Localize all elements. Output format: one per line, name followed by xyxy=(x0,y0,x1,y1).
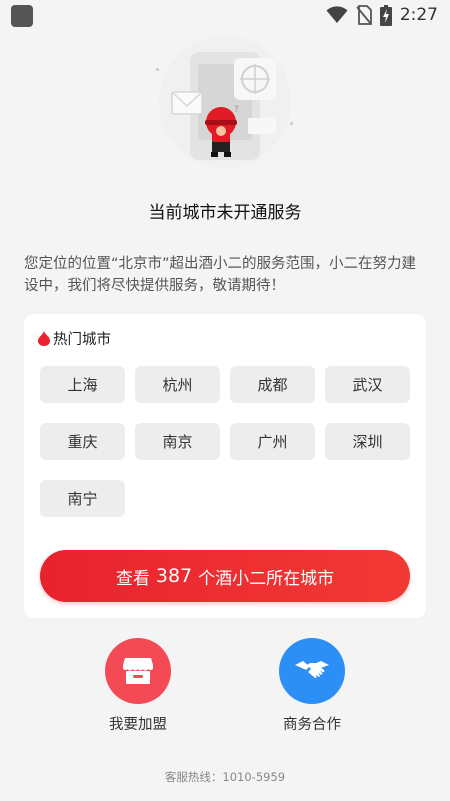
city-button[interactable]: 杭州 xyxy=(135,366,220,403)
status-time: 2:27 xyxy=(399,5,438,25)
join-franchise-button[interactable]: 我要加盟 xyxy=(83,638,193,734)
cta-prefix: 查看 xyxy=(115,568,150,589)
store-icon xyxy=(105,638,171,704)
business-cooperation-button[interactable]: 商务合作 xyxy=(257,638,367,734)
city-button[interactable]: 南宁 xyxy=(40,480,125,517)
wifi-icon xyxy=(326,6,348,23)
business-cooperation-label: 商务合作 xyxy=(283,717,341,733)
mascot-illustration: ? xyxy=(156,36,293,168)
cta-suffix: 个酒小二所在城市 xyxy=(198,568,335,589)
hot-cities-title: 热门城市 xyxy=(53,332,111,348)
customer-service-hotline[interactable]: 客服热线：1010-5959 xyxy=(0,769,450,785)
join-franchise-label: 我要加盟 xyxy=(109,717,167,733)
no-sim-icon xyxy=(356,5,372,25)
city-button[interactable]: 南京 xyxy=(135,423,220,460)
city-button[interactable]: 上海 xyxy=(40,366,125,403)
cta-count: 387 xyxy=(155,565,193,587)
city-button[interactable]: 广州 xyxy=(230,423,315,460)
handshake-icon xyxy=(279,638,345,704)
city-button[interactable]: 成都 xyxy=(230,366,315,403)
notification-app-icon xyxy=(11,5,33,27)
flame-icon xyxy=(38,331,50,346)
city-button[interactable]: 武汉 xyxy=(325,366,410,403)
status-bar: 2:27 xyxy=(0,0,450,30)
hot-cities-header: 热门城市 xyxy=(38,328,111,349)
battery-charging-icon xyxy=(379,4,392,26)
city-button[interactable]: 重庆 xyxy=(40,423,125,460)
hot-cities-card: 热门城市 上海 杭州 成都 武汉 重庆 南京 广州 深圳 南宁 查看 387 个… xyxy=(24,314,426,618)
view-all-cities-button[interactable]: 查看 387 个酒小二所在城市 xyxy=(40,550,410,602)
city-button[interactable]: 深圳 xyxy=(325,423,410,460)
service-description: 您定位的位置“北京市”超出酒小二的服务范围，小二在努力建设中，我们将尽快提供服务… xyxy=(24,256,417,294)
page-title: 当前城市未开通服务 xyxy=(148,203,302,223)
svg-text:?: ? xyxy=(234,105,239,115)
